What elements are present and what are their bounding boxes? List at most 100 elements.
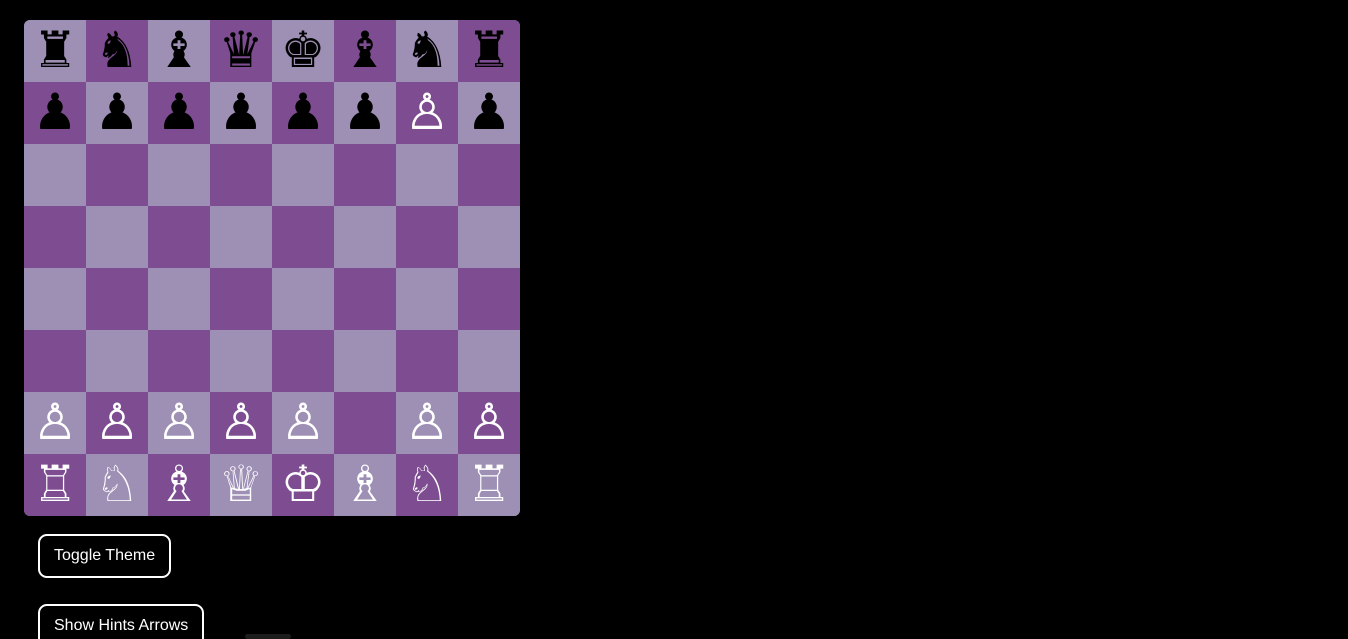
board-square-c7[interactable]: ♟ [148,82,210,144]
board-square-g8[interactable]: ♞ [396,20,458,82]
board-square-g1[interactable]: ♘ [396,454,458,516]
board-square-h1[interactable]: ♖ [458,454,520,516]
piece-white-knight-g1[interactable]: ♘ [405,459,450,509]
board-square-d4[interactable] [210,268,272,330]
piece-black-knight-b8[interactable]: ♞ [95,25,140,75]
board-square-c6[interactable] [148,144,210,206]
board-square-h8[interactable]: ♜ [458,20,520,82]
board-square-c1[interactable]: ♗ [148,454,210,516]
board-square-e5[interactable] [272,206,334,268]
piece-black-pawn-h7[interactable]: ♟ [467,87,512,137]
board-square-c3[interactable] [148,330,210,392]
piece-black-queen-d8[interactable]: ♛ [219,25,264,75]
board-square-d8[interactable]: ♛ [210,20,272,82]
board-square-g3[interactable] [396,330,458,392]
board-square-a1[interactable]: ♖ [24,454,86,516]
board-square-d7[interactable]: ♟ [210,82,272,144]
piece-black-pawn-f7[interactable]: ♟ [343,87,388,137]
board-square-g2[interactable]: ♙ [396,392,458,454]
board-square-b8[interactable]: ♞ [86,20,148,82]
piece-white-queen-d1[interactable]: ♕ [219,459,264,509]
piece-white-bishop-f1[interactable]: ♗ [343,459,388,509]
board-square-f1[interactable]: ♗ [334,454,396,516]
piece-white-pawn-a2[interactable]: ♙ [33,397,78,447]
board-square-d2[interactable]: ♙ [210,392,272,454]
piece-white-knight-b1[interactable]: ♘ [95,459,140,509]
piece-white-pawn-g2[interactable]: ♙ [405,397,450,447]
piece-white-king-e1[interactable]: ♔ [281,459,326,509]
board-square-f4[interactable] [334,268,396,330]
board-square-h5[interactable] [458,206,520,268]
board-square-h7[interactable]: ♟ [458,82,520,144]
board-square-b3[interactable] [86,330,148,392]
piece-black-bishop-c8[interactable]: ♝ [157,25,202,75]
piece-white-rook-a1[interactable]: ♖ [33,459,78,509]
board-square-a7[interactable]: ♟ [24,82,86,144]
chess-board[interactable]: ♜ ♞ ♝ ♛ ♚ ♝ ♞ ♜ ♟ ♟ ♟ ♟ ♟ ♟ ♙ ♟ ♙ ♙ ♙ ♙ ♙ ♙ ♙ ♖ ♘ ♗ ♕ ♔ ♗ ♘ ♖ [24,20,520,516]
board-square-f7[interactable]: ♟ [334,82,396,144]
piece-black-king-e8[interactable]: ♚ [281,25,326,75]
board-square-d3[interactable] [210,330,272,392]
board-square-a2[interactable]: ♙ [24,392,86,454]
piece-black-pawn-b7[interactable]: ♟ [95,87,140,137]
board-square-f5[interactable] [334,206,396,268]
piece-black-knight-g8[interactable]: ♞ [405,25,450,75]
board-square-c5[interactable] [148,206,210,268]
board-square-g7[interactable]: ♙ [396,82,458,144]
board-square-f2[interactable] [334,392,396,454]
board-square-a5[interactable] [24,206,86,268]
board-square-e4[interactable] [272,268,334,330]
board-square-f8[interactable]: ♝ [334,20,396,82]
board-square-d1[interactable]: ♕ [210,454,272,516]
piece-black-rook-h8[interactable]: ♜ [467,25,512,75]
board-square-g6[interactable] [396,144,458,206]
piece-white-pawn-c2[interactable]: ♙ [157,397,202,447]
piece-white-pawn-b2[interactable]: ♙ [95,397,140,447]
toggle-theme-button[interactable]: Toggle Theme [38,534,172,578]
board-square-h6[interactable] [458,144,520,206]
piece-black-bishop-f8[interactable]: ♝ [343,25,388,75]
board-square-g4[interactable] [396,268,458,330]
piece-white-rook-h1[interactable]: ♖ [467,459,512,509]
board-square-b5[interactable] [86,206,148,268]
board-square-c8[interactable]: ♝ [148,20,210,82]
board-square-d6[interactable] [210,144,272,206]
board-square-a8[interactable]: ♜ [24,20,86,82]
board-square-b2[interactable]: ♙ [86,392,148,454]
board-square-e3[interactable] [272,330,334,392]
show-hints-arrows-button[interactable]: Show Hints Arrows [38,604,205,639]
piece-white-bishop-c1[interactable]: ♗ [157,459,202,509]
piece-white-pawn-e2[interactable]: ♙ [281,397,326,447]
board-square-a3[interactable] [24,330,86,392]
board-square-b6[interactable] [86,144,148,206]
board-square-e6[interactable] [272,144,334,206]
board-square-e7[interactable]: ♟ [272,82,334,144]
board-square-b7[interactable]: ♟ [86,82,148,144]
piece-white-pawn-g7[interactable]: ♙ [405,87,450,137]
board-square-a6[interactable] [24,144,86,206]
board-square-h4[interactable] [458,268,520,330]
board-square-e1[interactable]: ♔ [272,454,334,516]
piece-black-pawn-e7[interactable]: ♟ [281,87,326,137]
board-square-e2[interactable]: ♙ [272,392,334,454]
horizontal-scrollbar-thumb[interactable] [245,634,291,639]
chess-board-container: ♜ ♞ ♝ ♛ ♚ ♝ ♞ ♜ ♟ ♟ ♟ ♟ ♟ ♟ ♙ ♟ ♙ ♙ ♙ ♙ ♙ ♙ ♙ ♖ ♘ ♗ ♕ ♔ ♗ ♘ ♖ [24,20,520,516]
piece-black-pawn-d7[interactable]: ♟ [219,87,264,137]
board-square-b4[interactable] [86,268,148,330]
board-square-f6[interactable] [334,144,396,206]
board-square-e8[interactable]: ♚ [272,20,334,82]
board-square-h2[interactable]: ♙ [458,392,520,454]
piece-black-pawn-c7[interactable]: ♟ [157,87,202,137]
board-square-g5[interactable] [396,206,458,268]
board-square-d5[interactable] [210,206,272,268]
board-square-c2[interactable]: ♙ [148,392,210,454]
board-square-h3[interactable] [458,330,520,392]
piece-white-pawn-h2[interactable]: ♙ [467,397,512,447]
piece-black-pawn-a7[interactable]: ♟ [33,87,78,137]
board-square-a4[interactable] [24,268,86,330]
piece-white-pawn-d2[interactable]: ♙ [219,397,264,447]
board-square-c4[interactable] [148,268,210,330]
piece-black-rook-a8[interactable]: ♜ [33,25,78,75]
board-square-b1[interactable]: ♘ [86,454,148,516]
board-square-f3[interactable] [334,330,396,392]
